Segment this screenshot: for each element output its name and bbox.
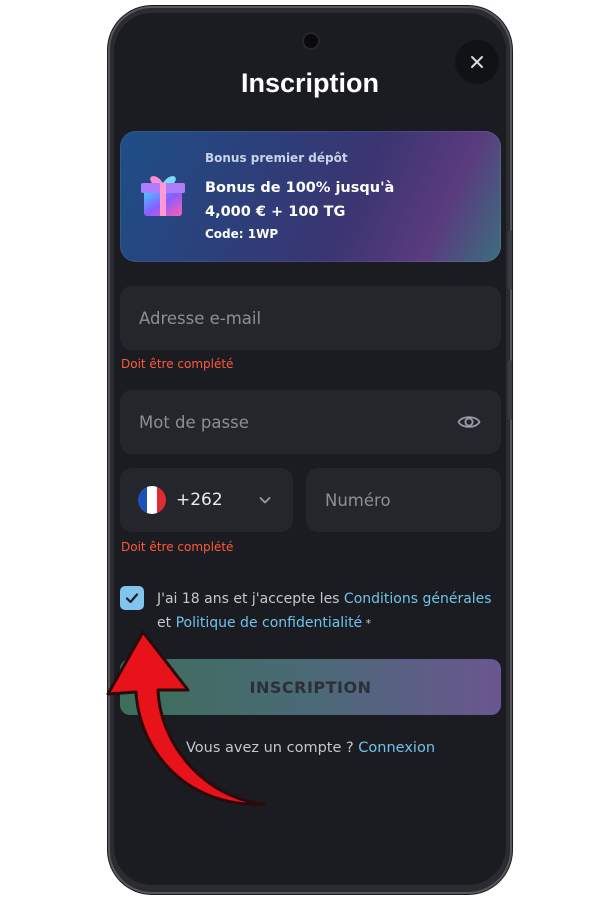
bonus-code: Code: 1WP xyxy=(205,227,279,241)
submit-button[interactable]: INSCRIPTION xyxy=(120,659,501,715)
front-camera xyxy=(304,34,318,48)
bonus-headline: Bonus de 100% jusqu'à 4,000 € + 100 TG xyxy=(205,176,425,224)
bonus-headline-line1: Bonus de 100% jusqu'à xyxy=(205,180,395,196)
phone-power-button xyxy=(508,360,512,420)
checkmark-icon xyxy=(125,593,139,604)
login-link[interactable]: Connexion xyxy=(358,740,435,756)
terms-checkbox[interactable] xyxy=(120,586,144,610)
country-dial-code: +262 xyxy=(176,490,223,510)
bonus-subtitle: Bonus premier dépôt xyxy=(205,151,348,165)
bonus-headline-line2: 4,000 € + 100 TG xyxy=(205,204,346,220)
phone-number-placeholder: Numéro xyxy=(325,490,391,510)
gift-icon xyxy=(141,176,185,216)
terms-text: J'ai 18 ans et j'accepte les Conditions … xyxy=(157,587,502,636)
phone-error: Doit être complété xyxy=(121,540,234,554)
page-title: Inscription xyxy=(240,68,379,98)
eye-icon[interactable] xyxy=(457,410,481,434)
terms-text-part2: et xyxy=(157,615,176,631)
password-placeholder: Mot de passe xyxy=(139,412,249,432)
required-mark: * xyxy=(362,617,372,630)
email-field[interactable]: Adresse e-mail xyxy=(120,286,501,350)
email-error: Doit être complété xyxy=(121,357,234,371)
have-account-text: Vous avez un compte ? xyxy=(185,740,359,756)
password-field[interactable]: Mot de passe xyxy=(120,390,501,454)
chevron-down-icon xyxy=(259,497,271,504)
conditions-link[interactable]: Conditions générales xyxy=(344,591,492,607)
phone-volume-button xyxy=(508,230,512,290)
privacy-link[interactable]: Politique de confidentialité xyxy=(176,615,363,631)
close-icon xyxy=(471,56,483,68)
login-prompt: Vous avez un compte ? Connexion xyxy=(120,740,501,756)
terms-text-part1: J'ai 18 ans et j'accepte les xyxy=(157,591,344,607)
phone-number-field[interactable]: Numéro xyxy=(306,468,501,532)
france-flag-icon xyxy=(138,486,166,514)
email-placeholder: Adresse e-mail xyxy=(139,308,262,328)
